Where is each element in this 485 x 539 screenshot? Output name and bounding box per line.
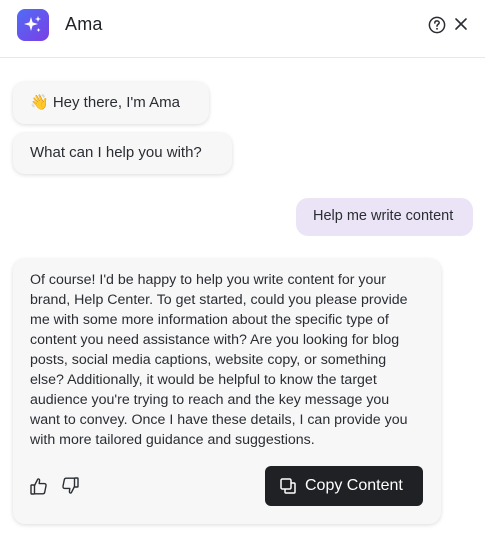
copy-content-label: Copy Content: [305, 477, 403, 494]
copy-content-button[interactable]: Copy Content: [265, 466, 423, 506]
assistant-title: Ama: [65, 14, 103, 34]
user-message: Help me write content: [296, 198, 473, 236]
chat-header: Ama: [0, 0, 485, 58]
sparkles-icon: [17, 9, 49, 41]
question-circle-icon[interactable]: [428, 16, 446, 34]
assistant-reply: Of course! I'd be happy to help you writ…: [13, 259, 441, 524]
copy-icon: [280, 478, 296, 499]
reply-text: Of course! I'd be happy to help you writ…: [30, 272, 408, 448]
thumbs-up-icon[interactable]: [29, 476, 49, 496]
close-icon[interactable]: [453, 16, 469, 32]
thumbs-down-icon[interactable]: [60, 476, 80, 496]
prompt-message: What can I help you with?: [13, 133, 232, 174]
greeting-message: 👋 Hey there, I'm Ama: [13, 82, 209, 124]
